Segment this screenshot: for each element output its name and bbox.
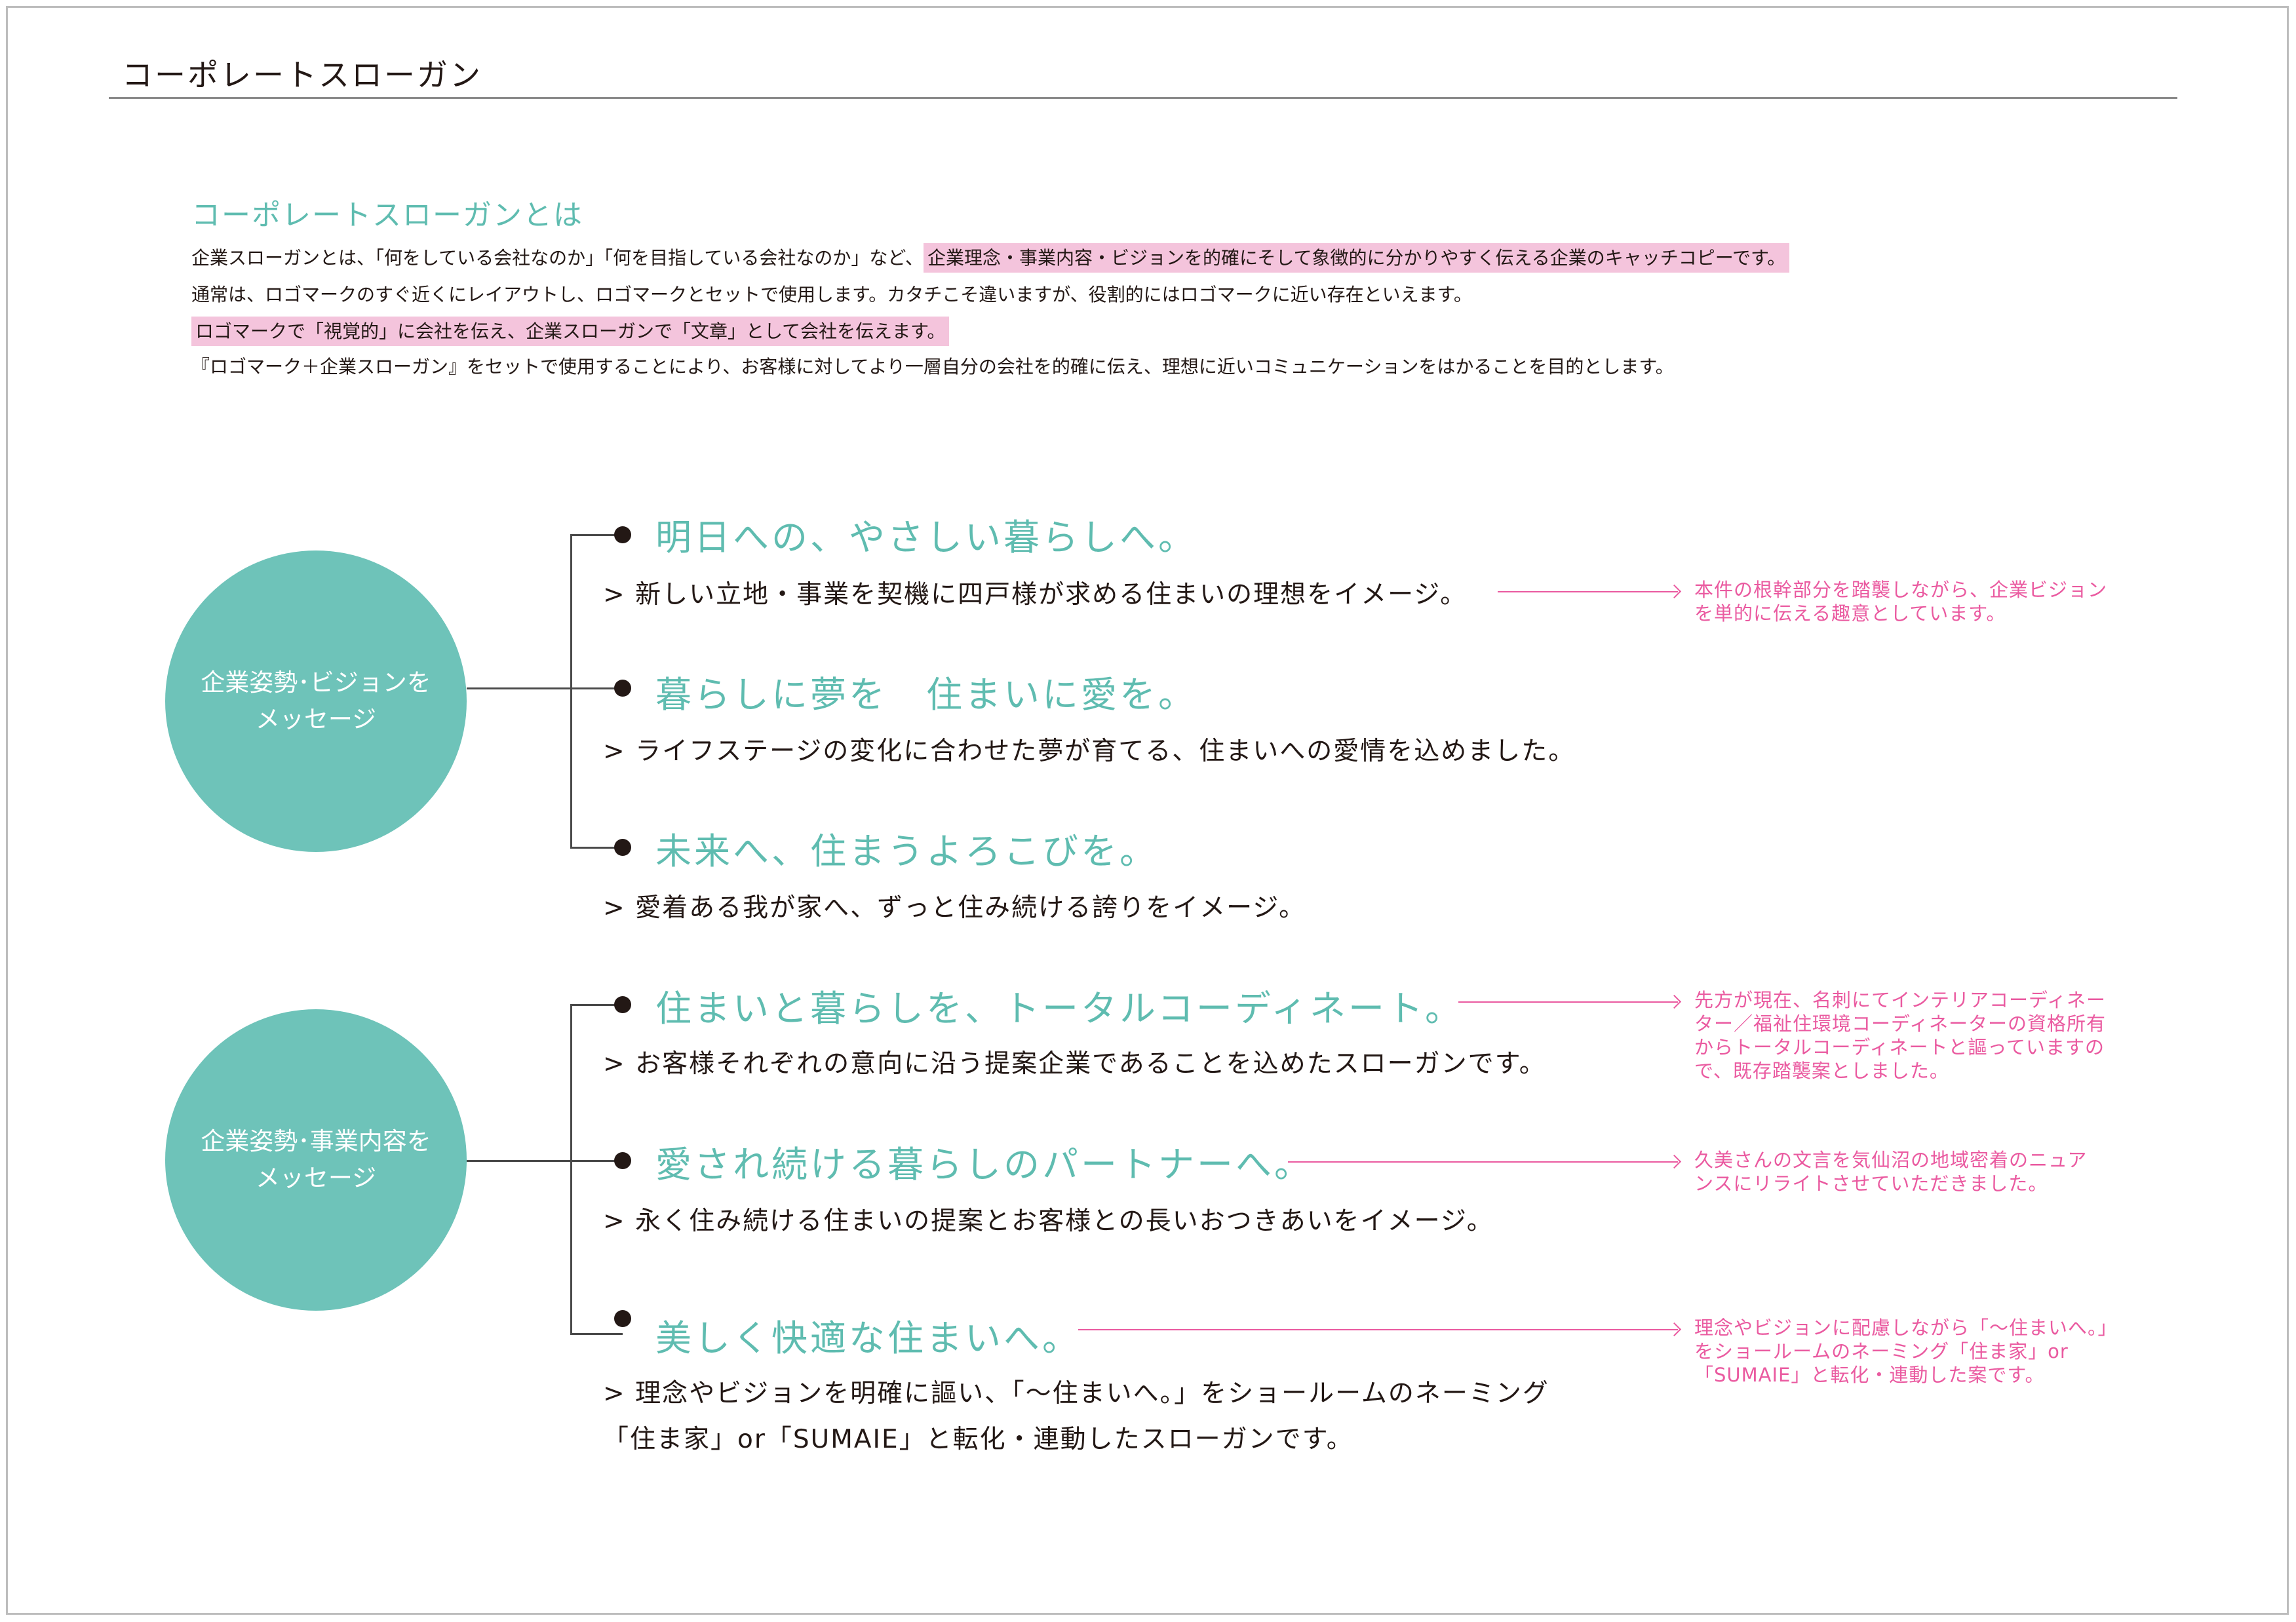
note-2: 先方が現在、名刺にてインテリアコーディネー ター／福祉住環境コーディネーターの資…: [1694, 988, 2106, 1083]
intro-heading: コーポレートスローガンとは: [191, 199, 583, 232]
note-2-line-2: ター／福祉住環境コーディネーターの資格所有: [1694, 1013, 2106, 1035]
note-3-arrow: [1288, 1161, 1678, 1163]
group-2-branch-3: [570, 1333, 623, 1335]
intro-line-1-highlight: 企業理念・事業内容・ビジョンを的確にそして象徴的に分かりやすく伝える企業のキャッ…: [923, 243, 1790, 273]
note-4: 理念やビジョンに配慮しながら「～住まいへ。」 をショールームのネーミング「住ま家…: [1694, 1316, 2118, 1387]
slogan-2-desc: > ライフステージの変化に合わせた夢が育てる、住まいへの愛情を込めました。: [603, 737, 1576, 766]
page-title: コーポレートスローガン: [122, 58, 482, 94]
note-2-line-4: で、既存踏襲案としました。: [1694, 1060, 1949, 1082]
group-1-circle: 企業姿勢･ビジョンを メッセージ: [165, 550, 467, 852]
slogan-5-desc: > 永く住み続ける住まいの提案とお客様との長いおつきあいをイメージ。: [603, 1207, 1494, 1236]
note-2-arrow: [1458, 1001, 1678, 1003]
intro-line-3-highlight: ロゴマークで「視覚的」に会社を伝え、企業スローガンで「文章」として会社を伝えます…: [191, 317, 950, 346]
slogan-3-title: 未来へ、住まうよろこびを。: [655, 830, 1159, 872]
note-1-line-2: を単的に伝える趣意としています。: [1694, 602, 2006, 625]
slogan-6-desc: > 理念やビジョンを明確に謳い、「～住まいへ。」をショールームのネーミング: [603, 1379, 1549, 1408]
slogan-4-title: 住まいと暮らしを、トータルコーディネート。: [655, 988, 1464, 1030]
slogan-6-desc-line2: 「住ま家」or「SUMAIE」と転化・連動したスローガンです。: [603, 1425, 1353, 1454]
bullet-dot: [614, 1152, 631, 1169]
group-2-label-line1: 企業姿勢･事業内容を: [201, 1127, 431, 1155]
bullet-dot: [614, 839, 631, 856]
slogan-4-desc: > お客様それぞれの意向に沿う提案企業であることを込めたスローガンです。: [603, 1049, 1546, 1079]
bullet-dot: [614, 1310, 631, 1327]
slogan-3-desc: > 愛着ある我が家へ、ずっと住み続ける誇りをイメージ。: [603, 893, 1306, 923]
note-4-arrow: [1078, 1329, 1678, 1330]
slogan-5-title: 愛され続ける暮らしのパートナーへ。: [655, 1144, 1313, 1186]
bullet-dot: [614, 680, 631, 697]
note-4-line-1: 理念やビジョンに配慮しながら「～住まいへ。」: [1694, 1317, 2118, 1339]
slogan-2-title: 暮らしに夢を 住まいに愛を。: [655, 674, 1197, 716]
intro-line-2: 通常は、ロゴマークのすぐ近くにレイアウトし、ロゴマークとセットで使用します。カタ…: [191, 284, 1472, 305]
group-1-bracket: [570, 534, 572, 849]
note-3: 久美さんの文言を気仙沼の地域密着のニュア ンスにリライトさせていただきました。: [1694, 1148, 2087, 1195]
note-2-line-1: 先方が現在、名刺にてインテリアコーディネー: [1694, 989, 2106, 1011]
intro-line-1-text: 企業スローガンとは、「何をしている会社なのか」「何を目指している会社なのか」など…: [191, 247, 924, 269]
note-4-line-2: をショールームのネーミング「住ま家」or: [1694, 1340, 2069, 1362]
note-1-arrow: [1498, 591, 1678, 592]
note-1: 本件の根幹部分を踏襲しながら、企業ビジョン を単的に伝える趣意としています。: [1694, 578, 2107, 625]
bullet-dot: [614, 526, 631, 543]
group-2-bracket: [570, 1004, 572, 1335]
group-1-connector: [467, 687, 572, 689]
bullet-dot: [614, 996, 631, 1013]
intro-line-3: ロゴマークで「視覚的」に会社を伝え、企業スローガンで「文章」として会社を伝えます…: [191, 317, 950, 346]
group-2-circle: 企業姿勢･事業内容を メッセージ: [165, 1009, 467, 1311]
title-divider: [109, 97, 2177, 99]
slogan-6-title: 美しく快適な住まいへ。: [655, 1317, 1081, 1359]
note-2-line-3: からトータルコーディネートと謳っていますの: [1694, 1036, 2105, 1058]
note-3-line-1: 久美さんの文言を気仙沼の地域密着のニュア: [1694, 1149, 2088, 1171]
group-2-connector: [467, 1160, 572, 1162]
intro-line-1: 企業スローガンとは、「何をしている会社なのか」「何を目指している会社なのか」など…: [191, 243, 1790, 273]
note-3-line-2: ンスにリライトさせていただきました。: [1694, 1172, 2048, 1195]
group-2-label-line2: メッセージ: [255, 1164, 377, 1192]
slogan-1-title: 明日への、やさしい暮らしへ。: [655, 516, 1197, 558]
group-1-label-line1: 企業姿勢･ビジョンを: [201, 668, 431, 697]
note-4-line-3: 「SUMAIE」と転化・連動した案です。: [1694, 1364, 2045, 1386]
note-1-line-1: 本件の根幹部分を踏襲しながら、企業ビジョン: [1694, 579, 2108, 601]
group-1-label-line2: メッセージ: [255, 705, 377, 733]
intro-line-4: 『ロゴマーク＋企業スローガン』をセットで使用することにより、お客様に対してより一…: [191, 356, 1674, 377]
slogan-1-desc: > 新しい立地・事業を契機に四戸様が求める住まいの理想をイメージ。: [603, 580, 1468, 609]
